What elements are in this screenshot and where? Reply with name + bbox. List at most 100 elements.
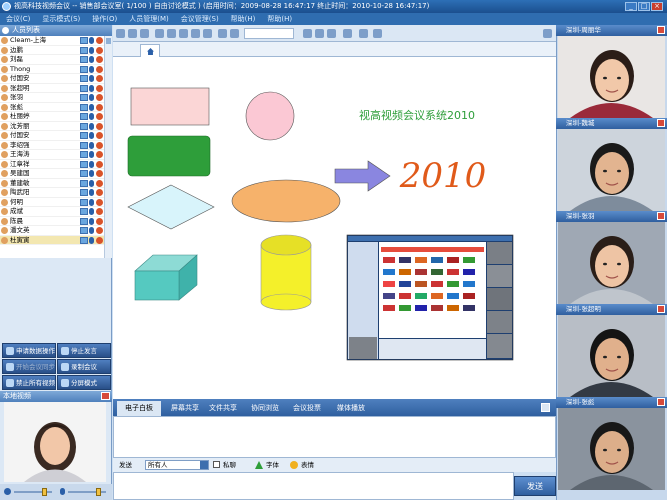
user-list-item[interactable]: 董建敏 [0,179,104,188]
pen-permission-icon[interactable] [96,160,103,168]
user-list-item[interactable]: 陶武阳 [0,188,104,198]
new-icon[interactable] [116,29,125,38]
camera-icon[interactable] [80,160,88,168]
home-tab[interactable] [140,44,160,57]
chat-history[interactable] [113,416,556,458]
camera-icon[interactable] [80,217,88,225]
user-list-item[interactable]: 王海涛 [0,150,104,160]
user-list-item[interactable]: Cleam-上海 [0,36,104,46]
remote-video-feed[interactable] [558,129,665,211]
microphone-icon[interactable] [89,198,94,206]
user-list-scrollbar[interactable] [104,36,112,258]
user-list-item[interactable]: 何明 [0,198,104,207]
video-close-icon[interactable] [657,305,665,313]
pen-permission-icon[interactable] [96,75,103,82]
camera-icon[interactable] [80,151,88,158]
pen-permission-icon[interactable] [96,189,103,196]
pen-permission-icon[interactable] [96,113,103,120]
close-button[interactable]: × [651,2,663,11]
camera-icon[interactable] [80,132,88,139]
microphone-icon[interactable] [89,227,94,234]
user-list-item[interactable]: 张超明 [0,84,104,93]
record-meeting-button[interactable]: 录制会议 [57,359,111,374]
tab-whiteboard[interactable]: 电子白板 [117,401,161,416]
camera-icon[interactable] [80,113,88,120]
microphone-icon[interactable] [89,122,94,130]
cut-icon[interactable] [179,29,188,38]
private-chat-checkbox[interactable] [213,461,220,468]
menu-meeting-admin[interactable]: 会议管理(S) [175,13,225,25]
orange-ellipse[interactable] [231,179,341,223]
user-list-item[interactable]: 李绍强 [0,141,104,150]
mic-volume-thumb[interactable] [96,488,101,496]
microphone-icon[interactable] [89,113,94,120]
pen-permission-icon[interactable] [96,56,103,63]
microphone-icon[interactable] [89,84,94,92]
cyan-diamond[interactable] [127,184,215,230]
user-list-item[interactable]: 刘磊 [0,55,104,65]
camera-icon[interactable] [80,141,88,149]
user-list-item[interactable]: 边鹏 [0,46,104,55]
video-close-icon[interactable] [657,26,665,34]
user-list-item[interactable]: 付国安 [0,131,104,141]
microphone-icon[interactable] [89,217,94,225]
user-list-item[interactable]: 江章祥 [0,160,104,169]
user-list[interactable]: Cleam-上海 边鹏 刘磊 Thong 付国安 张超明 张羽 张彪 杜丽婷 沈芳丽 付国安 李绍强王… [0,36,104,258]
microphone-icon[interactable] [89,170,94,177]
camera-icon[interactable] [80,208,88,215]
pink-circle[interactable] [245,91,295,141]
font-label[interactable]: 字体 [266,458,279,472]
pen-permission-icon[interactable] [96,227,103,234]
zoom-select[interactable] [244,28,294,39]
emoticon-label[interactable]: 表情 [301,458,314,472]
copy-icon[interactable] [167,29,176,38]
user-list-item[interactable]: 沈芳丽 [0,122,104,131]
yellow-cylinder[interactable] [260,234,312,311]
remote-video-feed[interactable] [558,315,665,397]
chat-input[interactable] [113,472,514,500]
disable-all-video-button[interactable]: 禁止所有视频 [2,375,56,390]
print-icon[interactable] [155,29,164,38]
pen-permission-icon[interactable] [96,236,103,244]
tab-vote[interactable]: 会议投票 [285,401,329,416]
microphone-icon[interactable] [89,179,94,187]
minimize-button[interactable]: _ [625,2,637,11]
user-list-item[interactable]: Thong [0,65,104,74]
camera-icon[interactable] [80,198,88,206]
pen-permission-icon[interactable] [96,217,103,225]
video-close-icon[interactable] [657,212,665,220]
speaker-volume-thumb[interactable] [42,488,47,496]
whiteboard-canvas[interactable]: 视高视频会议系统2010 2010 [113,57,556,399]
microphone-icon[interactable] [89,65,94,73]
tab-co-browse[interactable]: 协同浏览 [243,401,287,416]
maximize-button[interactable]: □ [638,2,650,11]
camera-icon[interactable] [80,75,88,82]
camera-icon[interactable] [80,46,88,54]
pen-permission-icon[interactable] [96,179,103,187]
pen-permission-icon[interactable] [96,103,103,111]
camera-icon[interactable] [80,94,88,101]
microphone-icon[interactable] [89,208,94,215]
microphone-icon[interactable] [89,132,94,139]
redo-icon[interactable] [230,29,239,38]
emoticon-icon[interactable] [290,461,298,469]
chat-recipient-select[interactable]: 所有人 [145,460,209,470]
stop-speaking-button[interactable]: 停止发言 [57,343,111,358]
tab-media-play[interactable]: 媒体播放 [329,401,373,416]
pen-permission-icon[interactable] [96,65,103,73]
user-list-item[interactable]: 陈晨 [0,217,104,226]
microphone-icon[interactable] [89,56,94,63]
camera-icon[interactable] [80,103,88,111]
user-list-item[interactable]: 杜丽婷 [0,112,104,122]
start-sync-button[interactable]: 开始会议同步 [2,359,56,374]
request-data-op-button[interactable]: 申请数据操作 [2,343,56,358]
microphone-icon[interactable] [89,94,94,101]
video-close-icon[interactable] [657,119,665,127]
paste-icon[interactable] [191,29,200,38]
user-list-item[interactable]: 付国安 [0,74,104,84]
undo-icon[interactable] [218,29,227,38]
open-icon[interactable] [128,29,137,38]
camera-icon[interactable] [80,65,88,73]
camera-icon[interactable] [80,122,88,130]
chevron-down-icon[interactable] [200,461,208,469]
